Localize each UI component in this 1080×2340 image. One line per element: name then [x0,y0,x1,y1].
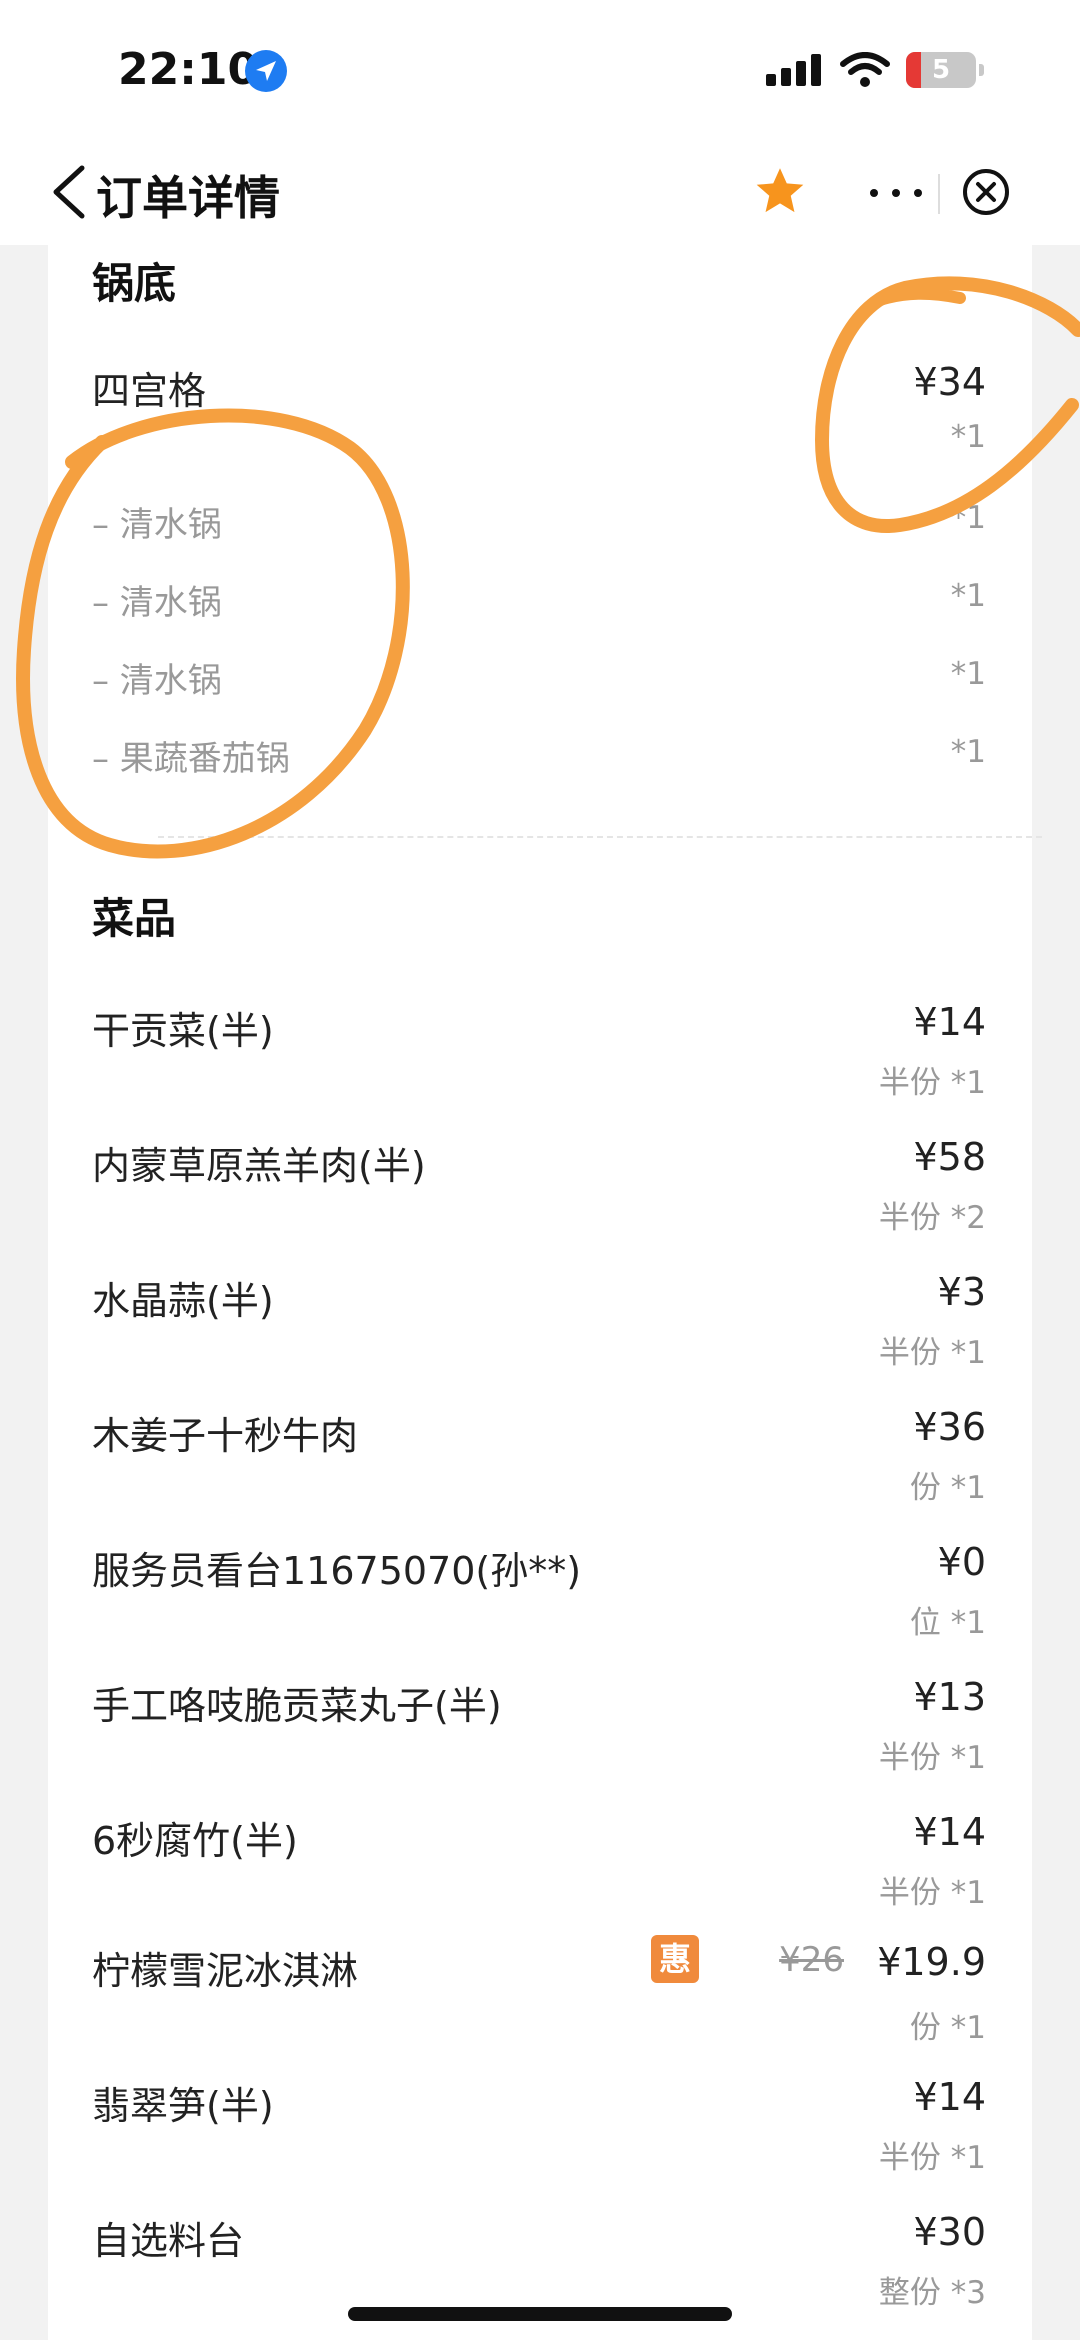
pot-sub-qty: *1 [950,500,986,536]
dish-price: ¥30 [913,2210,986,2254]
battery-icon: 5 [906,52,984,88]
dish-price: ¥14 [913,2075,986,2119]
dish-name: 手工咯吱脆贡菜丸子(半) [92,1684,502,1728]
pot-item-name: 四宫格 [92,369,207,413]
section-title-dishes: 菜品 [92,894,177,943]
dish-name: 木姜子十秒牛肉 [92,1414,359,1458]
dish-name: 内蒙草原羔羊肉(半) [92,1144,426,1188]
dish-qty: 半份 *1 [878,1335,986,1371]
dish-price: ¥36 [913,1405,986,1449]
dish-price: ¥14 [913,1000,986,1044]
pot-sub-name: – 清水锅 [92,505,222,545]
close-circle-icon[interactable] [960,166,1012,218]
dish-qty: 半份 *1 [878,1065,986,1101]
section-divider [158,836,1042,838]
dish-qty: 半份 *1 [878,1740,986,1776]
dish-qty: 半份 *2 [878,1200,986,1236]
more-dots-icon[interactable] [856,170,936,214]
dish-qty: 半份 *1 [878,2140,986,2176]
dish-price: ¥58 [913,1135,986,1179]
status-time: 22:10 [118,44,259,95]
dish-qty: 位 *1 [909,1605,986,1641]
dish-price: ¥3 [937,1270,986,1314]
discount-badge: 惠 [651,1935,699,1983]
dish-qty: 整份 *3 [878,2275,986,2311]
favorite-star-icon[interactable] [752,164,808,220]
dish-qty: 份 *1 [909,1470,986,1506]
dish-name: 服务员看台11675070(孙**) [92,1549,582,1593]
pot-sub-name: – 果蔬番茄锅 [92,739,290,779]
section-title-pot: 锅底 [92,259,177,308]
back-chevron-icon[interactable] [44,160,104,224]
battery-level: 5 [931,55,951,85]
order-detail-card: 锅底 四宫格 ¥34 *1 – 清水锅 *1 – 清水锅 *1 – 清水锅 *1… [48,245,1042,2340]
dish-name: 水晶蒜(半) [92,1279,274,1323]
dish-original-price: ¥26 [779,1940,844,1980]
page-title: 订单详情 [96,171,280,225]
dish-price: ¥14 [913,1810,986,1854]
pot-item-price: ¥34 [913,360,986,404]
capsule-divider [938,174,940,214]
pot-sub-qty: *1 [950,656,986,692]
dish-name: 干贡菜(半) [92,1009,274,1053]
dish-name: 翡翠笋(半) [92,2084,274,2128]
pot-sub-qty: *1 [950,734,986,770]
location-arrow-icon [245,50,287,92]
dish-name: 自选料台 [92,2219,245,2263]
nav-bar: 订单详情 [0,140,1080,245]
wifi-icon [840,52,890,87]
pot-sub-qty: *1 [950,578,986,614]
status-bar: 22:10 5 [0,0,1080,140]
dish-price: ¥19.9 [877,1940,986,1984]
pot-item-qty: *1 [950,419,986,455]
dish-name: 6秒腐竹(半) [92,1819,298,1863]
cellular-signal-icon [766,54,822,86]
dish-qty: 半份 *1 [878,1875,986,1911]
pot-sub-name: – 清水锅 [92,583,222,623]
mini-program-capsule [856,160,1046,224]
pot-sub-name: – 清水锅 [92,661,222,701]
dish-qty: 份 *1 [909,2010,986,2046]
home-indicator [348,2307,732,2321]
dish-name: 柠檬雪泥冰淇淋 [92,1949,359,1993]
dish-price: ¥0 [937,1540,986,1584]
dish-price: ¥13 [913,1675,986,1719]
